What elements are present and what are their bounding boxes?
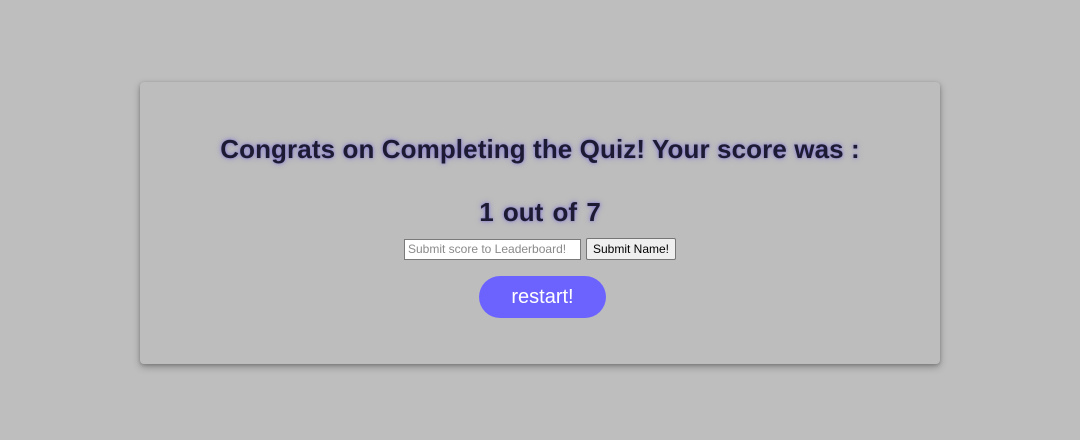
leaderboard-form: Submit Name!	[140, 238, 940, 260]
page: Congrats on Completing the Quiz! Your sc…	[0, 0, 1080, 440]
leaderboard-name-input[interactable]	[403, 238, 581, 260]
total-questions: 7	[586, 197, 601, 227]
out-of-label: out of	[502, 197, 578, 227]
score-line: 1 out of 7	[140, 197, 940, 228]
results-card: Congrats on Completing the Quiz! Your sc…	[140, 82, 940, 364]
restart-button[interactable]: restart!	[479, 276, 606, 318]
score-value: 1	[479, 197, 494, 227]
congrats-heading: Congrats on Completing the Quiz! Your sc…	[220, 134, 860, 164]
submit-name-button[interactable]: Submit Name!	[585, 238, 677, 260]
